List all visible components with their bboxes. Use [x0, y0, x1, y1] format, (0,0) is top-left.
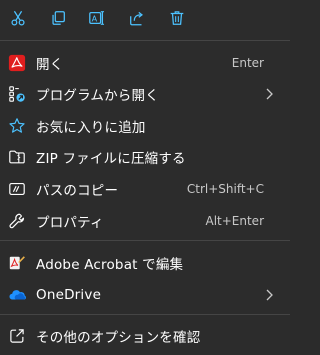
cut-icon	[11, 10, 25, 26]
context-menu: A 開く Enter プログラムから開く お気に入りに追加 ZIP ファイルに圧…	[0, 0, 290, 355]
menu-item-label: ZIP ファイルに圧縮する	[36, 151, 186, 167]
cut-button[interactable]	[6, 6, 30, 30]
onedrive-icon	[8, 286, 26, 304]
menu-item-label: プログラムから開く	[36, 88, 159, 104]
quick-actions-toolbar: A	[0, 0, 290, 40]
menu-item-onedrive[interactable]: OneDrive	[0, 279, 290, 311]
acrobat-edit-icon	[8, 254, 26, 272]
share-icon	[130, 11, 143, 26]
delete-button[interactable]	[165, 6, 189, 30]
menu-item-label: 開く	[36, 57, 64, 73]
star-icon	[8, 117, 26, 135]
menu-item-compress-zip[interactable]: ZIP ファイルに圧縮する	[0, 141, 290, 173]
copy-path-icon	[8, 180, 26, 198]
share-button[interactable]	[125, 6, 149, 30]
menu-item-open-with[interactable]: プログラムから開く	[0, 78, 290, 110]
menu-item-label: Adobe Acrobat で編集	[36, 257, 184, 273]
menu-item-copy-path[interactable]: パスのコピー Ctrl+Shift+C	[0, 173, 290, 205]
chevron-right-icon	[264, 288, 274, 302]
menu-item-label: パスのコピー	[36, 183, 119, 199]
menu-item-add-favorite[interactable]: お気に入りに追加	[0, 110, 290, 142]
open-with-icon	[8, 85, 26, 103]
delete-icon	[170, 11, 184, 25]
menu-item-label: OneDrive	[36, 287, 102, 303]
svg-text:A: A	[92, 14, 98, 24]
shortcut-text: Ctrl+Shift+C	[186, 182, 264, 196]
shortcut-text: Alt+Enter	[205, 214, 264, 228]
menu-item-label: プロパティ	[36, 215, 104, 231]
separator	[0, 240, 290, 241]
menu-item-open[interactable]: 開く Enter	[0, 47, 290, 79]
copy-icon	[52, 11, 65, 25]
menu-item-edit-acrobat[interactable]: Adobe Acrobat で編集	[0, 247, 290, 279]
more-options-icon	[8, 327, 26, 345]
acrobat-icon	[8, 54, 26, 72]
chevron-right-icon	[264, 87, 274, 101]
menu-item-more-options[interactable]: その他のオプションを確認	[0, 320, 290, 352]
menu-item-properties[interactable]: プロパティ Alt+Enter	[0, 205, 290, 237]
zip-folder-icon	[8, 148, 26, 166]
shortcut-text: Enter	[231, 56, 264, 70]
menu-item-label: お気に入りに追加	[36, 120, 146, 136]
rename-button[interactable]: A	[85, 6, 109, 30]
menu-item-label: その他のオプションを確認	[36, 330, 201, 346]
wrench-icon	[8, 212, 26, 230]
separator	[0, 314, 290, 315]
separator	[0, 40, 290, 41]
copy-button[interactable]	[46, 6, 70, 30]
rename-icon: A	[89, 11, 105, 25]
